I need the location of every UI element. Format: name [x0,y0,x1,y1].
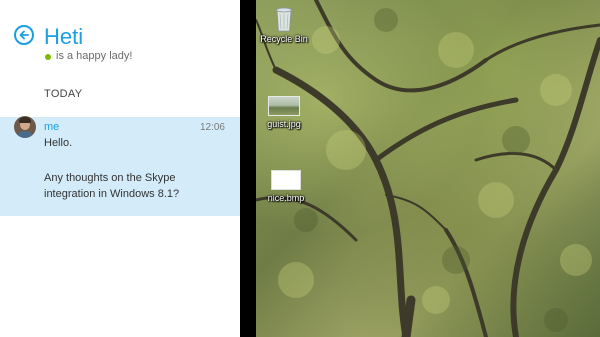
presence-status-dot [45,54,51,60]
avatar-shoulders [15,131,35,138]
desktop-background[interactable]: Recycle Bin guist.jpg nice.bmp [256,0,600,337]
message-sender: me [44,121,60,133]
snap-divider[interactable] [240,0,256,337]
mood-message: is a happy lady! [56,50,133,62]
contact-name[interactable]: Heti [44,24,83,50]
message-timestamp: 12:06 [199,122,225,133]
desktop-icon-recycle-bin[interactable]: Recycle Bin [256,6,314,45]
avatar-hair [19,117,31,123]
day-header: TODAY [44,88,83,100]
desktop-icon-label: nice.bmp [267,193,305,203]
back-arrow-icon[interactable] [14,25,34,45]
desktop-icon-label: Recycle Bin [260,34,308,44]
desktop-icon-nice-bmp[interactable]: nice.bmp [256,170,316,204]
tree-wallpaper [256,0,600,337]
desktop-icon-guist-jpg[interactable]: guist.jpg [256,96,314,130]
skype-conversation-pane: Heti is a happy lady! TODAY me 12:06 Hel… [0,0,240,337]
message-text-line: Hello. [44,137,73,149]
bmp-file-icon [271,170,301,190]
message-text-line: Any thoughts on the Skype integration in… [44,172,180,200]
avatar[interactable] [14,116,36,138]
desktop-icon-label: guist.jpg [267,119,301,129]
recycle-bin-icon [276,7,292,32]
jpg-file-icon [268,96,300,116]
